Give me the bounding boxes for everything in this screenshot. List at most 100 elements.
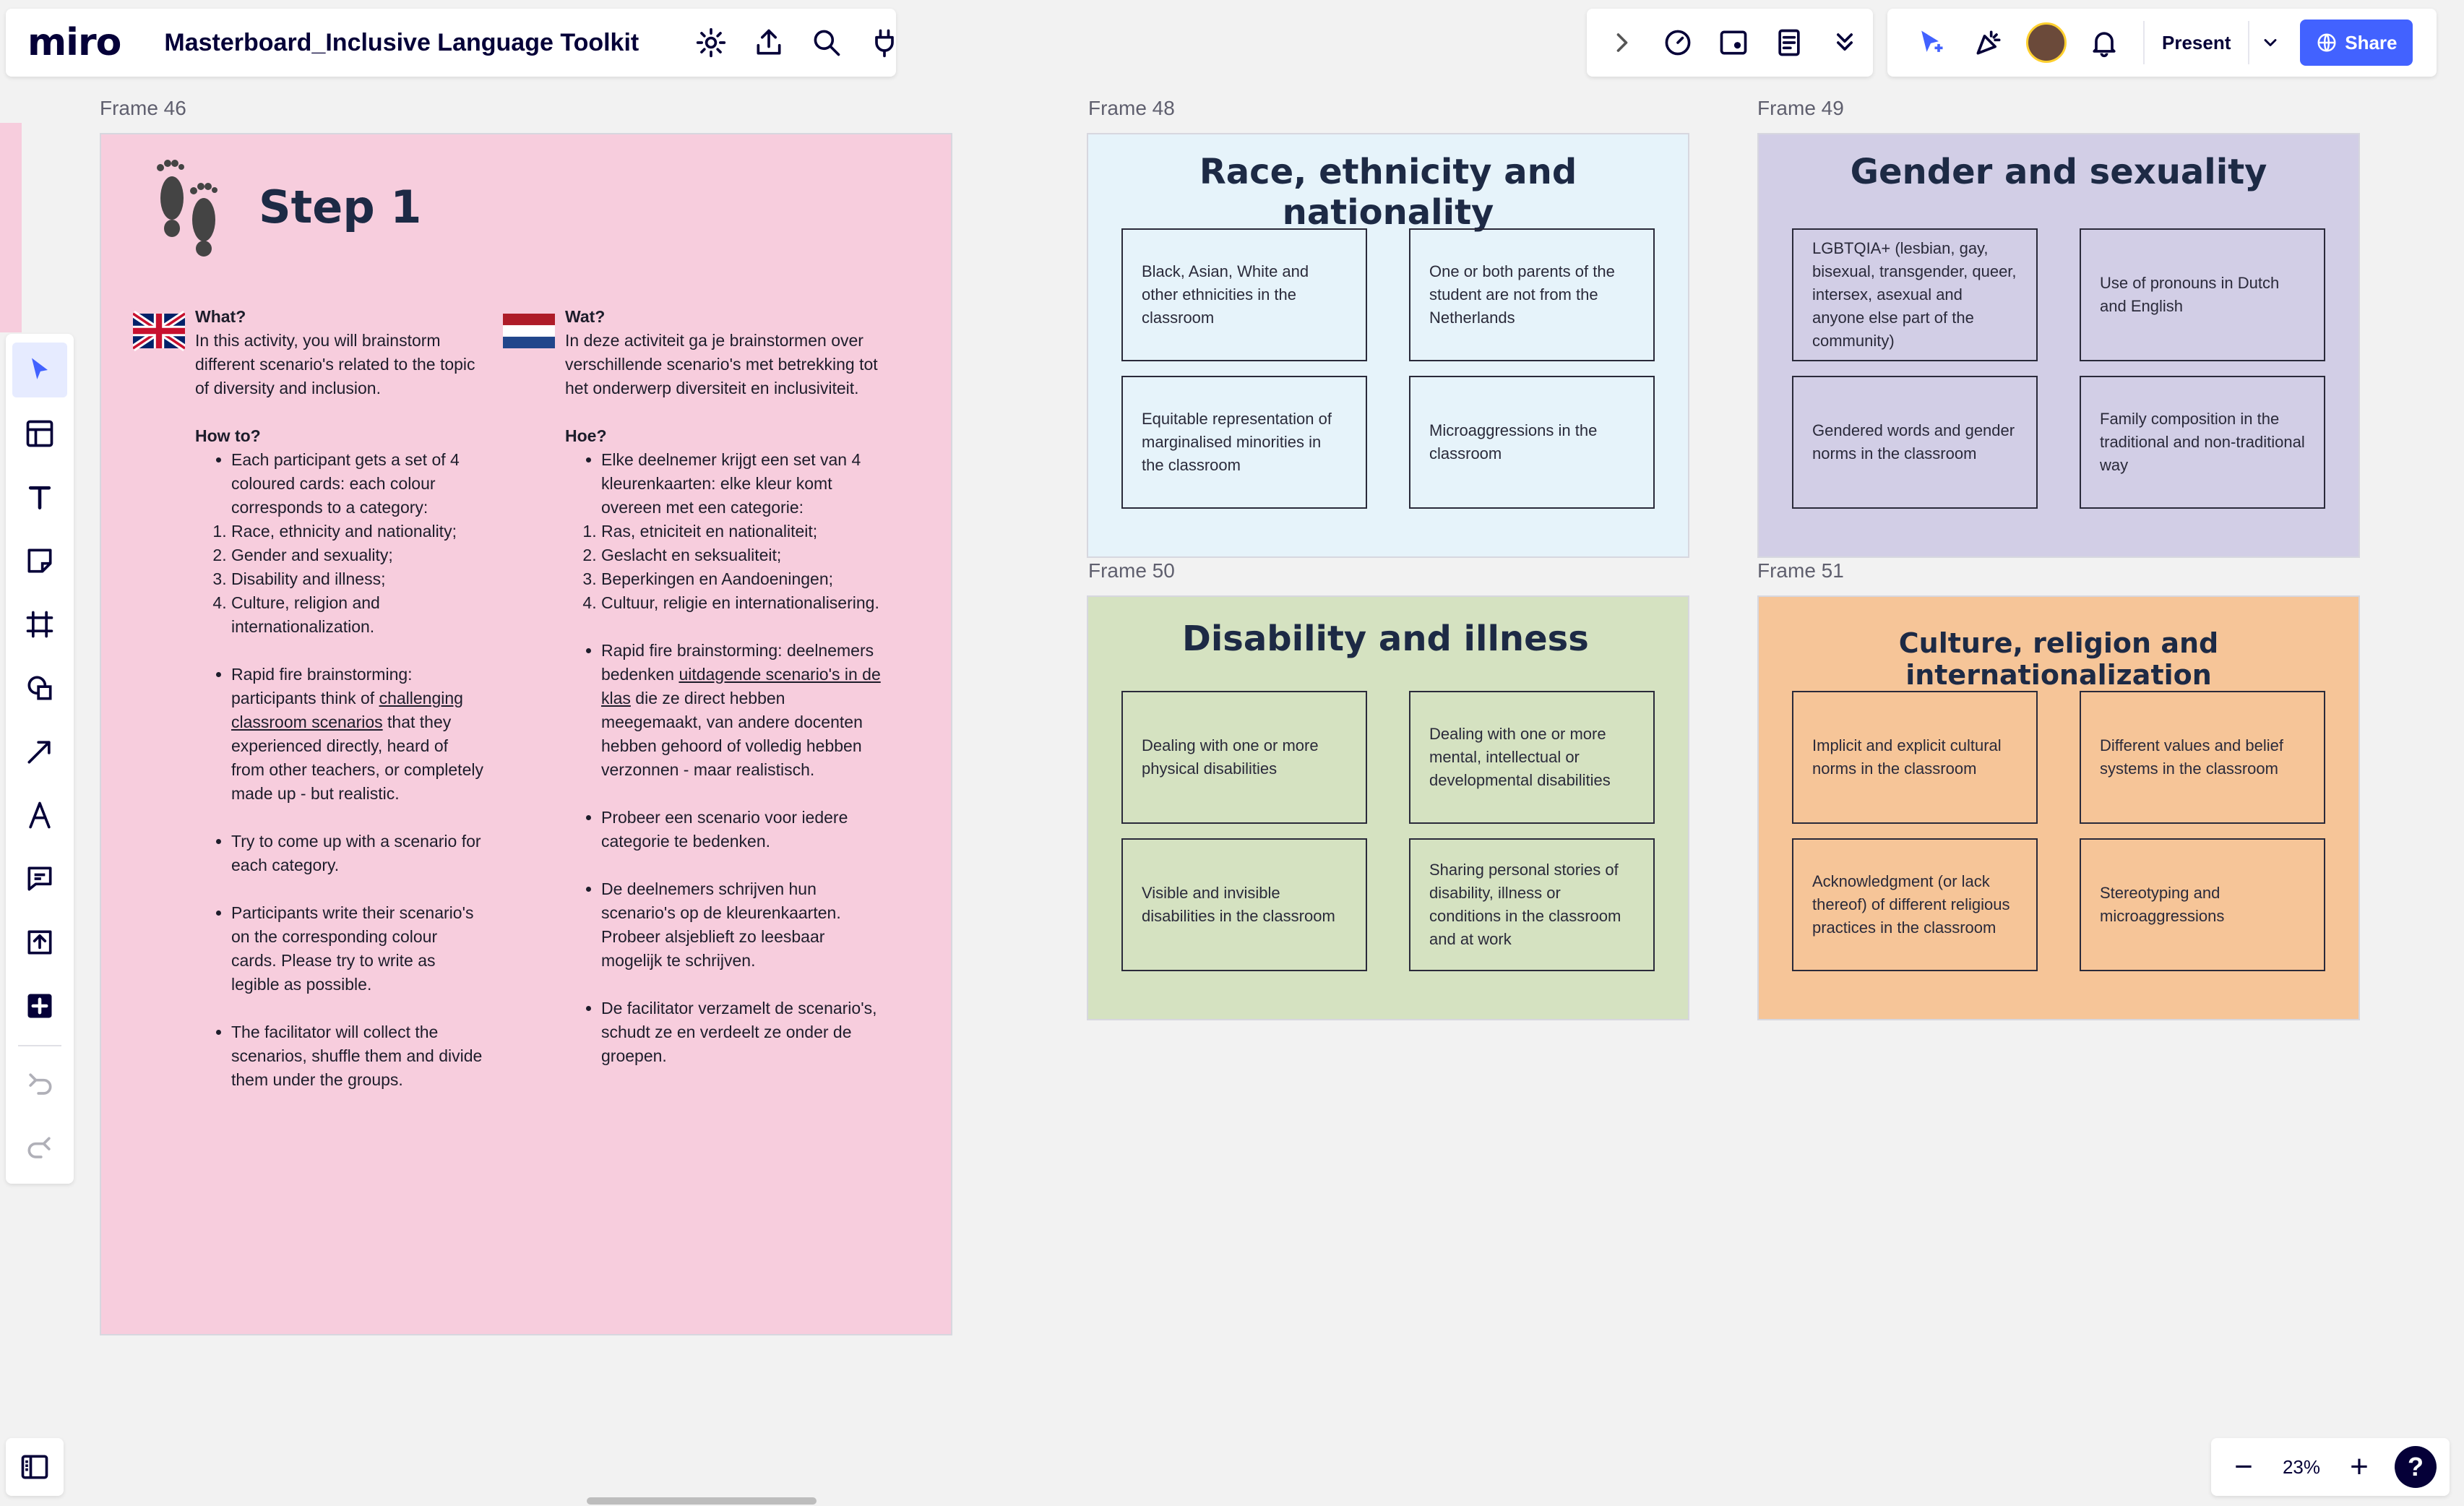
offscreen-frame-edge[interactable] [0, 123, 22, 332]
category-card[interactable]: Microaggressions in the classroom [1409, 376, 1655, 509]
expand-button[interactable] [1594, 14, 1650, 72]
present-button[interactable]: Present [2143, 21, 2248, 64]
category-card[interactable]: Family composition in the traditional an… [2080, 376, 2325, 509]
horizontal-scrollbar[interactable] [587, 1497, 817, 1505]
timer-icon [1665, 30, 1691, 56]
wat-text: In deze activiteit ga je brainstormen ov… [565, 331, 878, 397]
frame-label-51[interactable]: Frame 51 [1757, 559, 1844, 582]
category-card[interactable]: Dealing with one or more physical disabi… [1121, 691, 1367, 824]
category-card[interactable]: One or both parents of the student are n… [1409, 228, 1655, 361]
list-item: De facilitator verzamelt de scenario's, … [601, 997, 883, 1068]
connection-line-tool[interactable] [12, 724, 67, 779]
zoom-out-button[interactable]: − [2218, 1442, 2269, 1492]
document-icon [1778, 29, 1800, 56]
list-item: Culture, religion and internationalizati… [231, 591, 484, 639]
list-item: Probeer een scenario voor iedere categor… [601, 806, 883, 853]
howto-list: Each participant gets a set of 4 coloure… [195, 448, 484, 520]
list-item: Beperkingen en Aandoeningen; [601, 567, 883, 591]
miro-logo[interactable]: miro [27, 21, 121, 64]
wat-heading: Wat? [565, 307, 606, 326]
nl-flag-icon [503, 314, 555, 348]
templates-icon [26, 420, 53, 447]
frame-49[interactable]: Gender and sexuality LGBTQIA+ (lesbian, … [1757, 133, 2360, 558]
category-card[interactable]: Dealing with one or more mental, intelle… [1409, 691, 1655, 824]
upload-tool[interactable] [12, 915, 67, 970]
howto-heading: How to? [195, 426, 261, 445]
cursor-toggle-button[interactable] [1902, 14, 1960, 72]
shapes-icon [27, 676, 52, 700]
cursor-icon [1921, 30, 1943, 52]
category-card[interactable]: Stereotyping and microaggressions [2080, 838, 2325, 971]
frame-46[interactable]: Step 1 What? In this activity, you will … [100, 133, 952, 1335]
reactions-button[interactable] [1960, 14, 2017, 72]
share-label: Share [2345, 31, 2398, 53]
frame-label-48[interactable]: Frame 48 [1088, 97, 1175, 120]
frames-panel-button[interactable] [6, 1438, 64, 1496]
sticky-note-tool[interactable] [12, 533, 67, 588]
category-card[interactable]: LGBTQIA+ (lesbian, gay, bisexual, transg… [1792, 228, 2038, 361]
frame-title: Race, ethnicity and nationality [1199, 152, 1577, 233]
search-button[interactable] [798, 14, 856, 72]
footprints-icon [157, 160, 217, 257]
category-card[interactable]: Sharing personal stories of disability, … [1409, 838, 1655, 971]
category-card[interactable]: Visible and invisible disabilities in th… [1121, 838, 1367, 971]
more-apps-tool[interactable] [12, 978, 67, 1033]
category-card[interactable]: Different values and belief systems in t… [2080, 691, 2325, 824]
uk-flag-icon [133, 311, 185, 351]
board-title[interactable]: Masterboard_Inclusive Language Toolkit [164, 29, 639, 57]
list-item: Disability and illness; [231, 567, 484, 591]
present-dropdown[interactable] [2248, 21, 2291, 64]
category-card[interactable]: Use of pronouns in Dutch and English [2080, 228, 2325, 361]
notifications-button[interactable] [2075, 14, 2133, 72]
hoe-heading: Hoe? [565, 426, 607, 445]
upload-icon [27, 930, 52, 955]
board-actions [682, 14, 913, 72]
zoom-controls: − 23% + ? [2211, 1438, 2450, 1496]
list-item: Cultuur, religie en internationalisering… [601, 591, 883, 615]
sidebar-icon [21, 1455, 48, 1479]
comment-tool[interactable] [12, 851, 67, 906]
zoom-in-button[interactable]: + [2334, 1442, 2385, 1492]
pen-tool[interactable] [12, 788, 67, 843]
zoom-level[interactable]: 23% [2269, 1456, 2334, 1479]
frame-tool[interactable] [12, 597, 67, 652]
list-item: Rapid fire brainstorming: deelnemers bed… [601, 639, 883, 782]
party-popper-icon [1976, 30, 2001, 55]
user-avatar[interactable] [2026, 22, 2067, 63]
undo-button[interactable] [12, 1058, 67, 1113]
voting-button[interactable] [1705, 14, 1761, 72]
creation-toolbar [6, 334, 74, 1184]
notes-button[interactable] [1762, 14, 1817, 72]
board-canvas[interactable]: Frame 46 Step 1 What? In this activity, … [0, 0, 2464, 1506]
pointer-icon [32, 358, 48, 379]
category-card[interactable]: Acknowledgment (or lack thereof) of diff… [1792, 838, 2038, 971]
search-icon [814, 30, 840, 56]
select-tool[interactable] [12, 343, 67, 397]
globe-icon [2317, 33, 2336, 52]
settings-button[interactable] [682, 14, 740, 72]
redo-button[interactable] [12, 1122, 67, 1176]
help-button[interactable]: ? [2395, 1446, 2437, 1488]
frame-51[interactable]: Culture, religion and internationalizati… [1757, 595, 2360, 1020]
howto-list-cont: Rapid fire brainstorming: participants t… [195, 663, 484, 1092]
more-tools-button[interactable] [1817, 14, 1873, 72]
frame-48[interactable]: Race, ethnicity and nationality Black, A… [1087, 133, 1689, 558]
export-button[interactable] [740, 14, 798, 72]
apps-button[interactable] [856, 14, 913, 72]
list-item: De deelnemers schrijven hun scenario's o… [601, 877, 883, 973]
frame-50[interactable]: Disability and illness Dealing with one … [1087, 595, 1689, 1020]
share-button[interactable]: Share [2300, 20, 2413, 66]
category-card[interactable]: Equitable representation of marginalised… [1121, 376, 1367, 509]
board-header: miro Masterboard_Inclusive Language Tool… [6, 9, 896, 77]
category-card[interactable]: Gendered words and gender norms in the c… [1792, 376, 2038, 509]
timer-button[interactable] [1650, 14, 1705, 72]
chevron-down-icon [2264, 39, 2277, 46]
templates-tool[interactable] [12, 406, 67, 461]
frame-label-46[interactable]: Frame 46 [100, 97, 186, 120]
category-card[interactable]: Black, Asian, White and other ethnicitie… [1121, 228, 1367, 361]
text-tool[interactable] [12, 470, 67, 525]
shapes-tool[interactable] [12, 661, 67, 715]
category-card[interactable]: Implicit and explicit cultural norms in … [1792, 691, 2038, 824]
frame-label-50[interactable]: Frame 50 [1088, 559, 1175, 582]
frame-label-49[interactable]: Frame 49 [1757, 97, 1844, 120]
